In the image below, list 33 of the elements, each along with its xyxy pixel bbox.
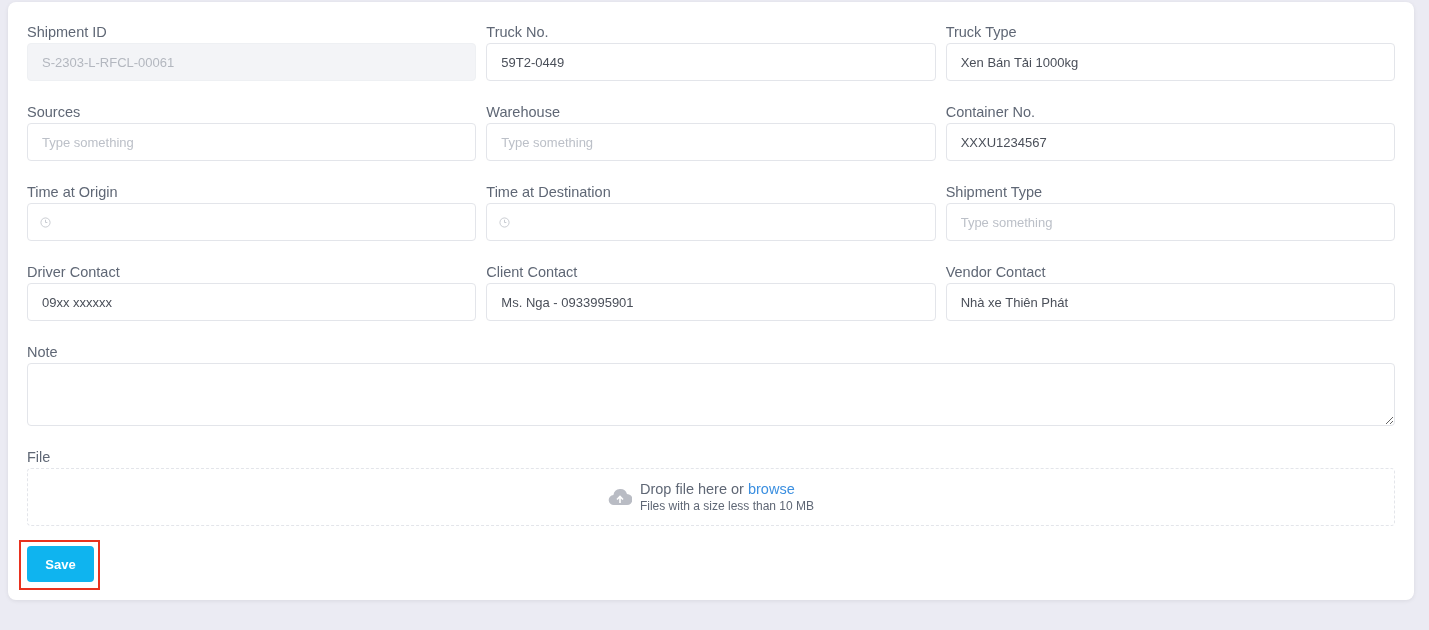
- note-field[interactable]: [27, 363, 1395, 426]
- clock-icon: [40, 216, 51, 228]
- time-field[interactable]: [27, 203, 477, 241]
- field-label: Shipment ID: [27, 23, 107, 41]
- file-hint: Files with a size less than 10 MB: [639, 499, 815, 513]
- field-label: Shipment Type: [945, 183, 1043, 201]
- field-label: Time at Origin: [27, 183, 118, 201]
- browse-link[interactable]: browse: [747, 481, 795, 497]
- file-dropzone[interactable]: Drop file here or browse Files with a size less than 10 MB: [27, 468, 1395, 526]
- field-label: Sources: [27, 103, 81, 121]
- field-label: Time at Destination: [486, 183, 611, 201]
- text-field[interactable]: XXXU1234567: [945, 123, 1395, 161]
- text-field[interactable]: Type something: [945, 203, 1395, 241]
- text-field[interactable]: Nhà xe Thiên Phát: [945, 283, 1395, 321]
- field-label: Note: [27, 343, 58, 361]
- field-label: Driver Contact: [27, 263, 120, 281]
- time-field[interactable]: [486, 203, 936, 241]
- text-field[interactable]: Ms. Nga - 0933995901: [486, 283, 936, 321]
- text-field[interactable]: 09xx xxxxxx: [27, 283, 477, 321]
- clock-icon: [499, 216, 511, 228]
- field-label: File: [27, 448, 51, 466]
- field-label: Warehouse: [486, 103, 560, 121]
- text-field[interactable]: Xen Bán Tải 1000kg: [945, 43, 1395, 81]
- field-label: Truck Type: [945, 23, 1017, 41]
- text-field[interactable]: 59T2-0449: [486, 43, 936, 81]
- field-label: Client Contact: [486, 263, 578, 281]
- text-field[interactable]: Type something: [27, 123, 477, 161]
- drop-prompt: Drop file here or browse: [639, 481, 796, 497]
- text-field[interactable]: Type something: [486, 123, 936, 161]
- field-label: Vendor Contact: [945, 263, 1046, 281]
- field-label: Truck No.: [486, 23, 549, 41]
- cloud-upload-icon: [607, 488, 632, 506]
- field-label: Container No.: [945, 103, 1036, 121]
